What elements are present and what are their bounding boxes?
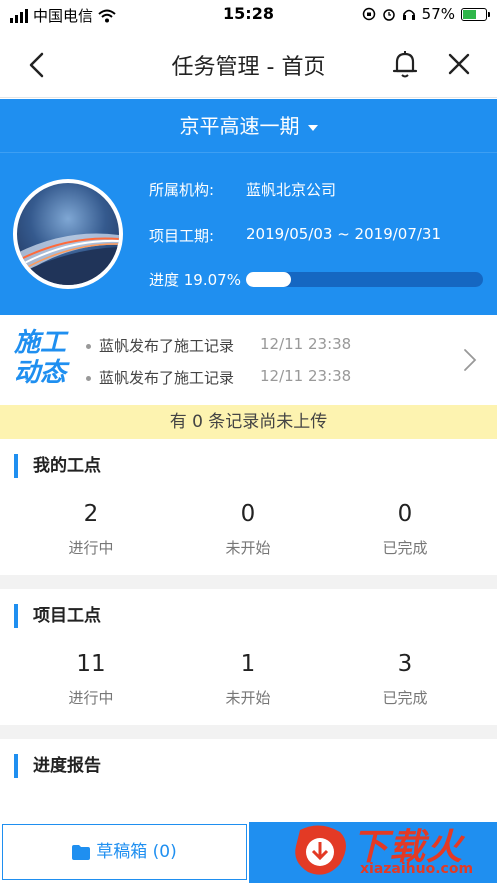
bell-icon[interactable]	[390, 48, 420, 80]
stat-number: 1	[240, 651, 256, 677]
activity-logo-line2: 动态	[14, 358, 67, 388]
navigation-bar: 任务管理 - 首页	[0, 30, 497, 98]
stat-not-started[interactable]: 0 未开始	[188, 501, 308, 558]
project-avatar	[13, 179, 123, 289]
close-icon[interactable]	[445, 50, 473, 78]
stat-number: 11	[76, 651, 106, 677]
section-title: 项目工点	[14, 604, 101, 628]
org-label: 所属机构:	[149, 181, 215, 199]
progress-bar	[246, 272, 483, 287]
project-points-section: 项目工点 11 进行中 1 未开始 3 已完成	[0, 589, 497, 725]
activity-time: 12/11 23:38	[260, 335, 352, 353]
progress-report-section: 进度报告	[0, 739, 497, 822]
stat-number: 0	[397, 501, 413, 527]
stat-number: 3	[397, 651, 413, 677]
watermark-url: xiazaihuo.com	[360, 861, 474, 877]
activity-item: 蓝帆发布了施工记录 12/11 23:38	[86, 367, 351, 388]
stat-label: 未开始	[225, 689, 271, 707]
highway-image	[17, 233, 119, 285]
activity-item: 蓝帆发布了施工记录 12/11 23:38	[86, 335, 351, 356]
chevron-down-icon	[307, 124, 318, 131]
chevron-right-icon[interactable]	[462, 347, 478, 373]
stat-in-progress[interactable]: 11 进行中	[31, 651, 151, 708]
bullet-icon	[86, 376, 91, 381]
activity-time: 12/11 23:38	[260, 367, 352, 385]
stat-label: 已完成	[382, 539, 428, 557]
stat-number: 2	[83, 501, 99, 527]
project-name: 京平高速一期	[179, 114, 300, 138]
my-points-section: 我的工点 2 进行中 0 未开始 0 已完成	[0, 439, 497, 575]
period-row: 项目工期: 2019/05/03 ~ 2019/07/31	[149, 225, 441, 246]
rotation-lock-icon	[362, 7, 375, 21]
stat-label: 进行中	[68, 689, 114, 707]
progress-label: 进度 19.07%	[149, 271, 241, 289]
alarm-icon	[382, 9, 395, 21]
section-title: 我的工点	[14, 454, 101, 478]
stat-completed[interactable]: 3 已完成	[345, 651, 465, 708]
activity-text: 蓝帆发布了施工记录	[99, 369, 235, 387]
org-row: 所属机构: 蓝帆北京公司	[149, 179, 336, 200]
battery-percent: 57%	[421, 5, 455, 23]
battery-icon	[461, 7, 490, 21]
pending-upload-banner[interactable]: 有 0 条记录尚未上传	[0, 405, 497, 439]
stat-completed[interactable]: 0 已完成	[345, 501, 465, 558]
activity-logo: 施工 动态	[14, 328, 74, 388]
section-title: 进度报告	[14, 754, 101, 778]
construction-activity[interactable]: 施工 动态 蓝帆发布了施工记录 12/11 23:38 蓝帆发布了施工记录 12…	[0, 315, 497, 405]
bullet-icon	[86, 344, 91, 349]
progress-fill	[246, 272, 292, 287]
activity-text: 蓝帆发布了施工记录	[99, 337, 235, 355]
page-title: 任务管理 - 首页	[171, 55, 326, 80]
period-label: 项目工期:	[149, 227, 215, 245]
stat-label: 进行中	[68, 539, 114, 557]
status-bar: 中国电信 15:28 57%	[0, 0, 497, 30]
org-value: 蓝帆北京公司	[246, 181, 337, 199]
status-right: 57%	[362, 5, 490, 23]
folder-icon	[72, 844, 91, 860]
section-divider	[0, 725, 497, 739]
stat-number: 0	[240, 501, 256, 527]
drafts-label: 草稿箱 (0)	[96, 842, 177, 862]
stat-not-started[interactable]: 1 未开始	[188, 651, 308, 708]
stat-label: 已完成	[382, 689, 428, 707]
period-value: 2019/05/03 ~ 2019/07/31	[246, 225, 442, 243]
project-selector[interactable]: 京平高速一期	[0, 99, 497, 153]
section-divider	[0, 575, 497, 589]
drafts-button[interactable]: 草稿箱 (0)	[2, 824, 247, 880]
project-summary: 所属机构: 蓝帆北京公司 项目工期: 2019/05/03 ~ 2019/07/…	[0, 153, 497, 315]
headphones-icon	[402, 9, 415, 20]
stat-label: 未开始	[225, 539, 271, 557]
stat-in-progress[interactable]: 2 进行中	[31, 501, 151, 558]
activity-logo-line1: 施工	[14, 328, 67, 358]
